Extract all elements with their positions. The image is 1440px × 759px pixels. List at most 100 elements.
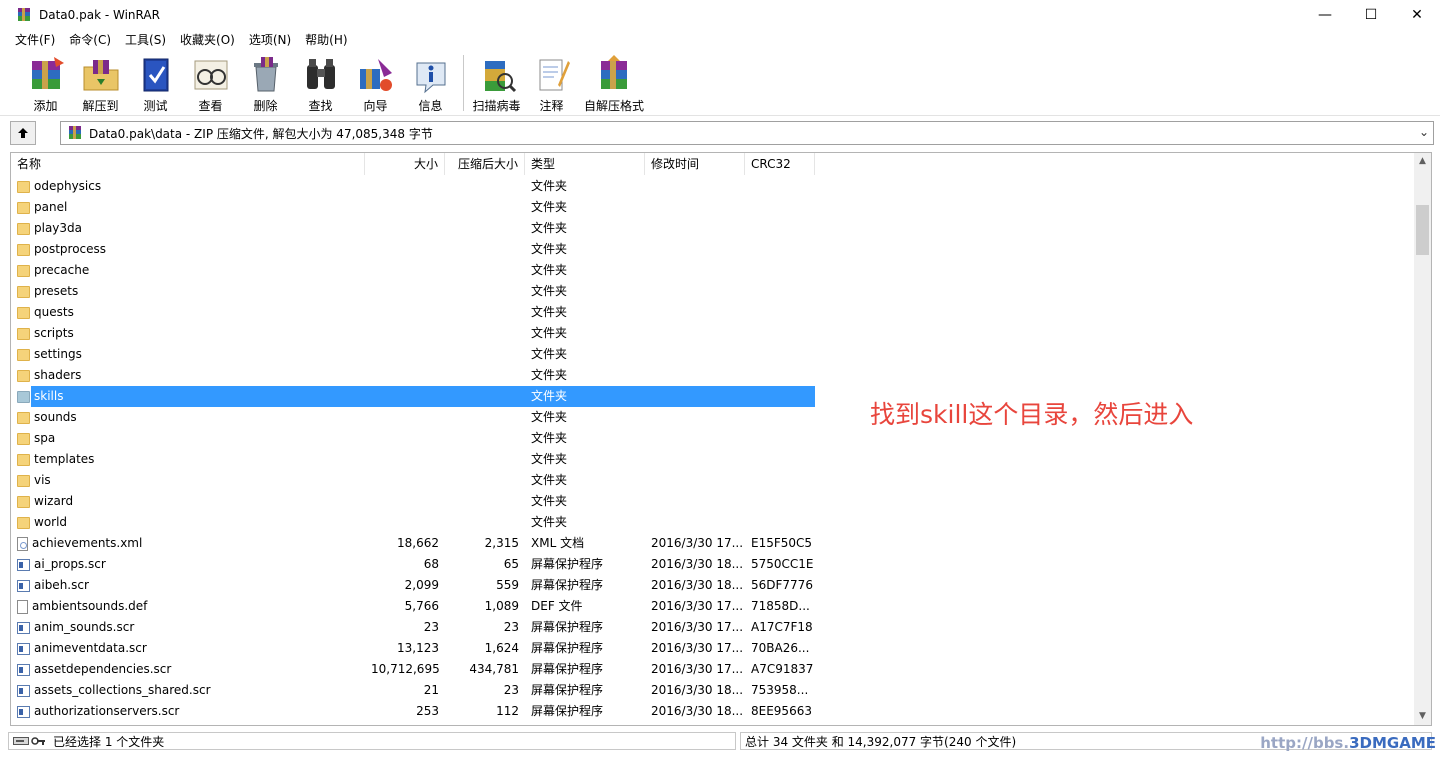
menu-file[interactable]: 文件(F) [8,30,62,50]
delete-label: 删除 [253,99,278,113]
menu-help[interactable]: 帮助(H) [298,30,354,50]
cell-crc [745,491,815,512]
cell-type: 文件夹 [531,305,568,319]
extract-to-button[interactable]: 解压到 [73,50,128,114]
menu-favorites[interactable]: 收藏夹(O) [173,30,242,50]
header-type[interactable]: 类型 [525,153,645,175]
scroll-down-icon[interactable]: ▼ [1414,708,1431,725]
cell-type: 文件夹 [531,389,568,403]
table-row[interactable]: scripts 文件夹 [11,323,1415,344]
path-combobox[interactable]: Data0.pak\data - ZIP 压缩文件, 解包大小为 47,085,… [60,121,1434,145]
cell-modified: 2016/3/30 18... [651,578,744,592]
screensaver-file-icon [17,621,30,634]
cell-modified: 2016/3/30 17... [651,536,744,550]
cell-crc [745,260,815,281]
table-row[interactable]: presets 文件夹 [11,281,1415,302]
table-row[interactable]: templates 文件夹 [11,449,1415,470]
cell-name: aibeh.scr [11,575,365,596]
table-row[interactable]: vis 文件夹 [11,470,1415,491]
table-row[interactable]: assetdependencies.scr 10,712,695 434,781 屏幕… [11,659,1415,680]
table-row[interactable]: assets_collections_shared.scr 21 23 屏幕保护程序 2… [11,680,1415,701]
table-row[interactable]: spa 文件夹 [11,428,1415,449]
table-row[interactable]: settings 文件夹 [11,344,1415,365]
minimize-button[interactable]: — [1302,0,1348,30]
sfx-label: 自解压格式 [583,99,644,113]
table-row[interactable]: world 文件夹 [11,512,1415,533]
cell-size: 23 [423,620,439,634]
table-row[interactable]: skills 文件夹 [11,386,1415,407]
vertical-scrollbar[interactable]: ▲ ▼ [1414,153,1431,725]
title-bar: Data0.pak - WinRAR — ☐ ✕ [0,0,1440,30]
table-row[interactable]: panel 文件夹 [11,197,1415,218]
close-button[interactable]: ✕ [1394,0,1440,30]
menu-commands[interactable]: 命令(C) [62,30,118,50]
toolbar: 添加 解压到 测试 查看 删除 查找 向导 信息 扫描病毒 注释 自解压格式 [0,50,1440,116]
screensaver-file-icon [17,663,30,676]
cell-size: 21 [423,683,439,697]
table-row[interactable]: anim_sounds.scr 23 23 屏幕保护程序 2016/3/30 17...… [11,617,1415,638]
status-bar: 已经选择 1 个文件夹 总计 34 文件夹 和 14,392,077 字节(24… [0,730,1440,752]
chevron-down-icon[interactable]: ⌄ [1419,125,1429,139]
table-row[interactable]: ambientsounds.def 5,766 1,089 DEF 文件 2016/3/… [11,596,1415,617]
menu-options[interactable]: 选项(N) [242,30,298,50]
table-row[interactable]: play3da 文件夹 [11,218,1415,239]
view-button[interactable]: 查看 [183,50,238,114]
table-row[interactable]: sounds 文件夹 [11,407,1415,428]
cell-size: 253 [416,704,439,718]
address-bar: Data0.pak\data - ZIP 压缩文件, 解包大小为 47,085,… [0,118,1440,148]
sfx-button[interactable]: 自解压格式 [579,50,649,114]
menu-tools[interactable]: 工具(S) [118,30,173,50]
cell-packed [445,449,525,470]
cell-crc [745,428,815,449]
cell-packed [445,407,525,428]
wizard-button[interactable]: 向导 [348,50,403,114]
cell-packed [445,491,525,512]
watermark-brand: 3DMGAME [1349,734,1436,752]
table-row[interactable]: postprocess 文件夹 [11,239,1415,260]
cell-modified [645,239,745,260]
info-button[interactable]: 信息 [403,50,458,114]
table-row[interactable]: ai_props.scr 68 65 屏幕保护程序 2016/3/30 18... 575… [11,554,1415,575]
header-modified[interactable]: 修改时间 [645,153,745,175]
cell-crc [745,449,815,470]
table-row[interactable]: animeventdata.scr 13,123 1,624 屏幕保护程序 2016/3… [11,638,1415,659]
table-row[interactable]: authorizationservers.scr 253 112 屏幕保护程序 2016… [11,701,1415,722]
file-name: ai_props.scr [34,557,106,571]
cell-type: 屏幕保护程序 [531,662,604,676]
virus-scan-button[interactable]: 扫描病毒 [469,50,524,114]
file-name: spa [34,431,56,445]
cell-name: sounds [11,407,365,428]
drive-icon[interactable] [13,736,29,746]
cell-modified [645,407,745,428]
table-row[interactable]: odephysics 文件夹 [11,176,1415,197]
cell-name: anim_sounds.scr [11,617,365,638]
table-row[interactable]: quests 文件夹 [11,302,1415,323]
scroll-up-icon[interactable]: ▲ [1414,153,1431,170]
key-icon[interactable] [31,736,45,746]
table-row[interactable]: achievements.xml 18,662 2,315 XML 文档 2016/3/… [11,533,1415,554]
add-button[interactable]: 添加 [18,50,73,114]
table-row[interactable]: shaders 文件夹 [11,365,1415,386]
up-one-level-button[interactable] [10,121,36,145]
delete-button[interactable]: 删除 [238,50,293,114]
header-packed[interactable]: 压缩后大小 [445,153,525,175]
up-arrow-icon [18,128,28,138]
cell-type: 文件夹 [531,284,568,298]
table-row[interactable]: precache 文件夹 [11,260,1415,281]
maximize-button[interactable]: ☐ [1348,0,1394,30]
header-crc[interactable]: CRC32 [745,153,815,175]
cell-size [365,386,445,407]
cell-packed [445,281,525,302]
test-button[interactable]: 测试 [128,50,183,114]
scroll-thumb[interactable] [1416,205,1429,255]
comment-button[interactable]: 注释 [524,50,579,114]
table-row[interactable]: wizard 文件夹 [11,491,1415,512]
cell-type: 文件夹 [531,347,568,361]
table-row[interactable]: aibeh.scr 2,099 559 屏幕保护程序 2016/3/30 18... 56… [11,575,1415,596]
cell-crc [745,176,815,197]
cell-name: assets_collections_shared.scr [11,680,365,701]
winrar-app-icon[interactable] [16,7,32,23]
find-button[interactable]: 查找 [293,50,348,114]
cell-packed [445,302,525,323]
header-size[interactable]: 大小 [365,153,445,175]
